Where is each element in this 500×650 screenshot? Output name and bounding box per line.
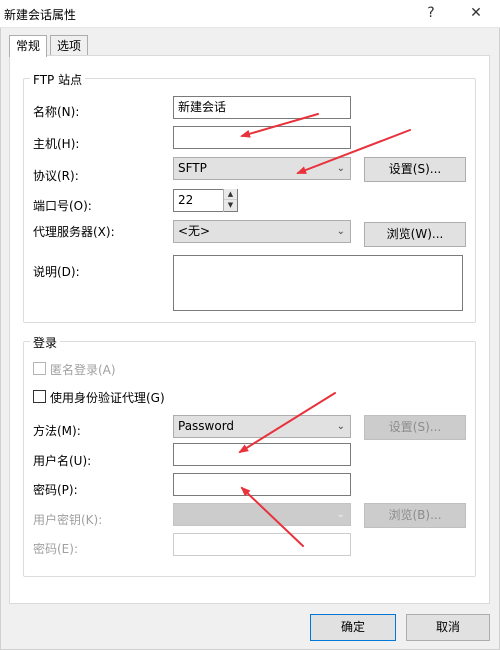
host-label: 主机(H): <box>33 137 80 151</box>
spin-down-icon[interactable]: ▼ <box>224 200 237 211</box>
method-select[interactable]: Password ⌄ <box>173 415 351 438</box>
proxy-label: 代理服务器(X): <box>33 225 115 239</box>
passphrase-label: 密码(E): <box>33 542 78 556</box>
auth-agent-checkbox[interactable] <box>33 390 46 403</box>
description-textarea[interactable] <box>173 255 463 311</box>
protocol-select-value: SFTP <box>178 161 207 175</box>
spin-up-icon[interactable]: ▲ <box>224 189 237 200</box>
close-icon[interactable]: ✕ <box>459 2 493 24</box>
method-select-value: Password <box>178 419 235 433</box>
key-browse-button[interactable]: 浏览(B)... <box>364 503 466 528</box>
password-label: 密码(P): <box>33 483 78 497</box>
auth-agent-label: 使用身份验证代理(G) <box>50 391 165 405</box>
chevron-down-icon: ⌄ <box>336 509 345 520</box>
port-label: 端口号(O): <box>33 199 92 213</box>
passphrase-input[interactable] <box>173 533 351 556</box>
name-label: 名称(N): <box>33 105 80 119</box>
chevron-down-icon: ⌄ <box>336 421 345 432</box>
host-input[interactable] <box>173 126 351 149</box>
window-title: 新建会话属性 <box>4 8 77 22</box>
username-label: 用户名(U): <box>33 454 92 468</box>
proxy-browse-button[interactable]: 浏览(W)... <box>364 222 466 247</box>
method-label: 方法(M): <box>33 424 81 438</box>
port-value: 22 <box>178 193 194 207</box>
method-settings-button[interactable]: 设置(S)... <box>364 415 466 440</box>
port-spinner[interactable]: ▲ ▼ <box>223 189 237 212</box>
name-input[interactable]: 新建会话 <box>173 96 351 119</box>
login-group-title: 登录 <box>30 334 61 351</box>
proxy-select[interactable]: <无> ⌄ <box>173 220 351 243</box>
proxy-select-value: <无> <box>178 224 211 238</box>
help-icon[interactable]: ? <box>414 2 448 24</box>
anonymous-login-label: 匿名登录(A) <box>50 363 116 377</box>
cancel-button[interactable]: 取消 <box>406 614 490 641</box>
username-input[interactable] <box>173 443 351 466</box>
ok-button[interactable]: 确定 <box>310 614 396 641</box>
tab-general[interactable]: 常规 <box>9 35 48 57</box>
tab-options[interactable]: 选项 <box>50 35 89 56</box>
user-key-label: 用户密钥(K): <box>33 513 103 527</box>
chevron-down-icon: ⌄ <box>336 163 345 174</box>
ftp-site-group-title: FTP 站点 <box>30 71 86 88</box>
protocol-settings-button[interactable]: 设置(S)... <box>364 157 466 182</box>
protocol-select[interactable]: SFTP ⌄ <box>173 157 351 180</box>
title-bar: 新建会话属性 ? ✕ <box>0 0 500 28</box>
chevron-down-icon: ⌄ <box>336 226 345 237</box>
user-key-select[interactable]: ⌄ <box>173 503 351 526</box>
anonymous-login-checkbox[interactable] <box>33 362 46 375</box>
description-label: 说明(D): <box>33 265 80 279</box>
protocol-label: 协议(R): <box>33 169 79 183</box>
password-input[interactable] <box>173 473 351 496</box>
